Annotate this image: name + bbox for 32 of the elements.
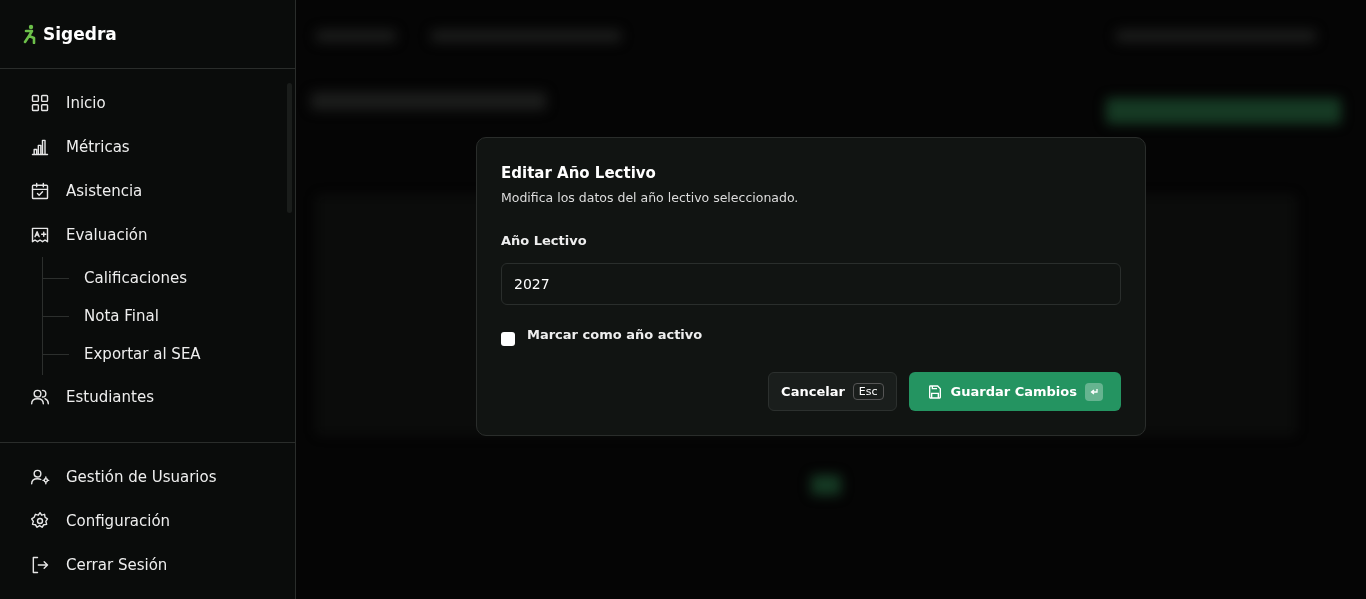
year-input-field[interactable]: 2027 bbox=[501, 263, 1121, 305]
runner-logo-icon bbox=[23, 24, 37, 44]
sidebar-item[interactable]: Gestión de Usuarios bbox=[30, 455, 295, 499]
users-icon bbox=[30, 387, 50, 407]
shortcut-key: Esc bbox=[852, 383, 884, 400]
cancel-button[interactable]: Cancelar Esc bbox=[768, 372, 897, 411]
grid-icon bbox=[30, 93, 50, 113]
enter-key-icon bbox=[1085, 382, 1103, 401]
sidebar-item[interactable]: Cerrar Sesión bbox=[30, 543, 295, 587]
user-gear-icon bbox=[30, 467, 50, 487]
settings-icon bbox=[30, 511, 50, 531]
field-label: Año Lectivo bbox=[501, 233, 588, 248]
sidebar-subitem[interactable]: Nota Final bbox=[43, 297, 295, 335]
app-name: Sigedra bbox=[43, 24, 117, 44]
sidebar-subitem[interactable]: Calificaciones bbox=[43, 259, 295, 297]
calendar-check-icon bbox=[30, 181, 50, 201]
sidebar-item[interactable]: Configuración bbox=[30, 499, 295, 543]
save-button[interactable]: Guardar Cambios bbox=[908, 372, 1121, 411]
sidebar-item[interactable]: Evaluación bbox=[30, 213, 295, 257]
logout-icon bbox=[30, 555, 50, 575]
dialog-description: Modifica los datos del año lectivo seleccionado. bbox=[501, 190, 800, 205]
save-icon bbox=[926, 383, 943, 400]
sidebar-item[interactable]: Inicio bbox=[30, 81, 295, 125]
checkbox-label: Marcar como año activo bbox=[527, 327, 703, 342]
sidebar-item[interactable]: Métricas bbox=[30, 125, 295, 169]
grade-icon bbox=[30, 225, 50, 245]
sidebar-subitem[interactable]: Exportar al SEA bbox=[43, 335, 295, 373]
bar-chart-icon bbox=[30, 137, 50, 157]
sidebar-item[interactable]: Estudiantes bbox=[30, 375, 295, 419]
dialog-title: Editar Año Lectivo bbox=[501, 164, 657, 182]
sidebar-item[interactable]: Asistencia bbox=[30, 169, 295, 213]
checkbox[interactable] bbox=[501, 332, 515, 346]
